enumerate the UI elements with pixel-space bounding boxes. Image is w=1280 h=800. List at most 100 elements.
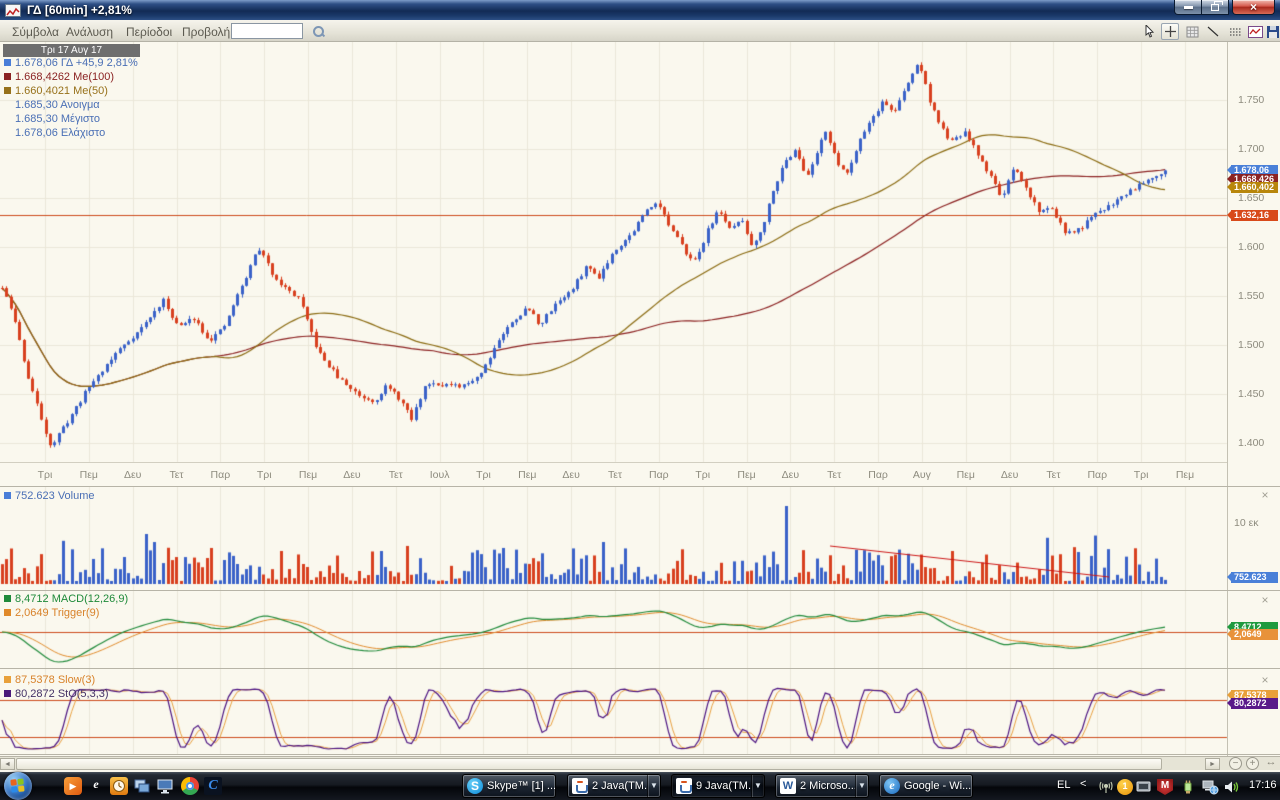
menu-item-2[interactable]: Ανάλυση xyxy=(62,23,117,41)
x-axis-label: Δευ xyxy=(115,469,151,481)
volume-scale-label: 10 εκ xyxy=(1234,517,1259,529)
taskbar-button-label: Google - Wi... xyxy=(904,780,972,792)
clock-app-icon[interactable] xyxy=(110,777,128,795)
macd-legend-row: 2,0649 Trigger(9) xyxy=(4,606,99,619)
zoom-fit-button[interactable]: ↔ xyxy=(1263,757,1279,770)
crescent-app-icon[interactable]: C xyxy=(204,777,222,795)
scrollbar-thumb[interactable] xyxy=(16,758,1162,770)
price-chart-canvas[interactable] xyxy=(0,42,1228,486)
dashes-tool-icon[interactable] xyxy=(1227,23,1245,40)
save-icon[interactable] xyxy=(1264,23,1280,40)
taskbar-button-ie-5[interactable]: Google - Wi... xyxy=(879,774,973,798)
window-titlebar[interactable]: ΓΔ [60min] +2,81% × xyxy=(0,0,1280,20)
grid-tool-icon[interactable] xyxy=(1183,23,1201,40)
show-desktop-icon[interactable] xyxy=(156,777,174,795)
x-axis-label: Παρ xyxy=(1079,469,1115,481)
x-axis-label: Τρι xyxy=(465,469,501,481)
x-axis-label: Δευ xyxy=(772,469,808,481)
network-icon[interactable] xyxy=(1202,779,1218,795)
taskbar-button-word-4[interactable]: 2 Microso...▼ xyxy=(775,774,869,798)
chart-style-icon[interactable] xyxy=(1246,23,1264,40)
menu-item-1[interactable]: Σύμβολα xyxy=(8,23,63,41)
media-player-icon[interactable]: ▶ xyxy=(64,777,82,795)
stoch-panel-close-icon[interactable]: × xyxy=(1259,675,1271,687)
taskbar-button-skype-1[interactable]: Skype™ [1] ... xyxy=(462,774,556,798)
chevron-down-icon[interactable]: ▼ xyxy=(751,775,764,797)
volume-chart-canvas[interactable] xyxy=(0,487,1228,590)
x-axis-label: Τετ xyxy=(378,469,414,481)
clock[interactable]: 17:16 xyxy=(1249,779,1277,791)
taskbar-button-label: Skype™ [1] ... xyxy=(487,780,555,792)
x-axis-label: Δευ xyxy=(553,469,589,481)
word-icon xyxy=(780,778,796,794)
chart-scrollbar: ◄ ► − + ↔ xyxy=(0,756,1280,770)
volume-value-tag: 752.623 xyxy=(1231,572,1278,583)
taskbar-button-label: 2 Microso... xyxy=(800,780,855,792)
trigger-value-tag: 2,0649 xyxy=(1231,629,1278,640)
power-plug-icon[interactable] xyxy=(1180,779,1196,795)
close-button[interactable]: × xyxy=(1232,0,1275,15)
volume-panel-close-icon[interactable]: × xyxy=(1259,490,1271,502)
scroll-right-button[interactable]: ► xyxy=(1205,758,1220,770)
taskbar-button-label: 2 Java(TM... xyxy=(592,780,647,792)
chevron-down-icon[interactable]: ▼ xyxy=(647,775,660,797)
tray-expand-icon[interactable]: < xyxy=(1080,778,1086,790)
minimize-button[interactable] xyxy=(1174,0,1202,15)
price-legend-row: 1.668,4262 Me(100) xyxy=(4,70,114,83)
xaxis-line xyxy=(0,462,1227,463)
price-legend-row: 1.678,06 ΓΔ +45,9 2,81% xyxy=(4,56,138,69)
macd-panel-close-icon[interactable]: × xyxy=(1259,595,1271,607)
stoch-legend-row: 87,5378 Slow(3) xyxy=(4,673,95,686)
menu-item-3[interactable]: Περίοδοι xyxy=(122,23,176,41)
x-axis-label: Πεμ xyxy=(290,469,326,481)
crosshair-tool-icon[interactable] xyxy=(1161,23,1179,40)
internet-explorer-icon[interactable] xyxy=(87,777,105,795)
legend-swatch-icon xyxy=(4,676,11,683)
restore-button[interactable] xyxy=(1202,0,1229,15)
y-axis-tick: 1.450 xyxy=(1238,388,1264,400)
scroll-left-button[interactable]: ◄ xyxy=(0,758,15,770)
java-icon xyxy=(572,778,588,794)
x-axis-label: Πεμ xyxy=(71,469,107,481)
volume-tray-icon[interactable] xyxy=(1224,779,1240,795)
menu-item-4[interactable]: Προβολή xyxy=(178,23,234,41)
legend-swatch-icon xyxy=(4,609,11,616)
taskbar-button-label: 9 Java(TM... xyxy=(696,780,751,792)
window-switcher-icon[interactable] xyxy=(133,777,151,795)
language-indicator[interactable]: EL xyxy=(1057,779,1070,791)
taskbar-button-java-3[interactable]: 9 Java(TM...▼ xyxy=(671,774,765,798)
app-chart-icon xyxy=(5,4,21,17)
legend-swatch-icon xyxy=(4,73,11,80)
menubar: ΣύμβολαΑνάλυση ΠερίοδοιΠροβολή xyxy=(0,20,1280,42)
zoom-in-button[interactable]: + xyxy=(1246,757,1259,770)
x-axis-label: Τετ xyxy=(1035,469,1071,481)
search-icon[interactable] xyxy=(312,25,325,38)
volume-legend-row: 752.623 Volume xyxy=(4,489,95,502)
window-title: ΓΔ [60min] +2,81% xyxy=(27,3,132,17)
y-axis-tick: 1.700 xyxy=(1238,143,1264,155)
wireless-icon[interactable] xyxy=(1098,779,1114,795)
y-axis-tick: 1.600 xyxy=(1238,241,1264,253)
price-legend-row: 1.678,06 Ελάχιστο xyxy=(4,126,105,139)
notification-badge-icon[interactable]: 1 xyxy=(1117,779,1133,795)
mcafee-icon[interactable]: M xyxy=(1157,779,1173,795)
chrome-icon[interactable] xyxy=(181,777,199,795)
zoom-out-button[interactable]: − xyxy=(1229,757,1242,770)
search-input[interactable] xyxy=(231,23,303,39)
x-axis-label: Πεμ xyxy=(509,469,545,481)
taskbar-button-java-2[interactable]: 2 Java(TM...▼ xyxy=(567,774,661,798)
chart-area: Τρι 17 Αυγ 17 1.678,06 ΓΔ +45,9 2,81%1.6… xyxy=(0,42,1280,756)
ma50-price-tag: 1.660,402 xyxy=(1231,182,1278,193)
pointer-tool-icon[interactable] xyxy=(1141,23,1159,40)
macd-chart-canvas[interactable] xyxy=(0,591,1228,668)
legend-swatch-icon xyxy=(4,87,11,94)
windows-logo-icon xyxy=(10,778,25,793)
stochastic-chart-canvas[interactable] xyxy=(0,669,1228,754)
start-button[interactable] xyxy=(4,772,32,800)
chevron-down-icon[interactable]: ▼ xyxy=(855,775,868,797)
x-axis-label: Δευ xyxy=(992,469,1028,481)
trendline-tool-icon[interactable] xyxy=(1204,23,1222,40)
display-tray-icon[interactable] xyxy=(1136,779,1152,795)
x-axis-label: Τρι xyxy=(27,469,63,481)
y-axis-tick: 1.650 xyxy=(1238,192,1264,204)
